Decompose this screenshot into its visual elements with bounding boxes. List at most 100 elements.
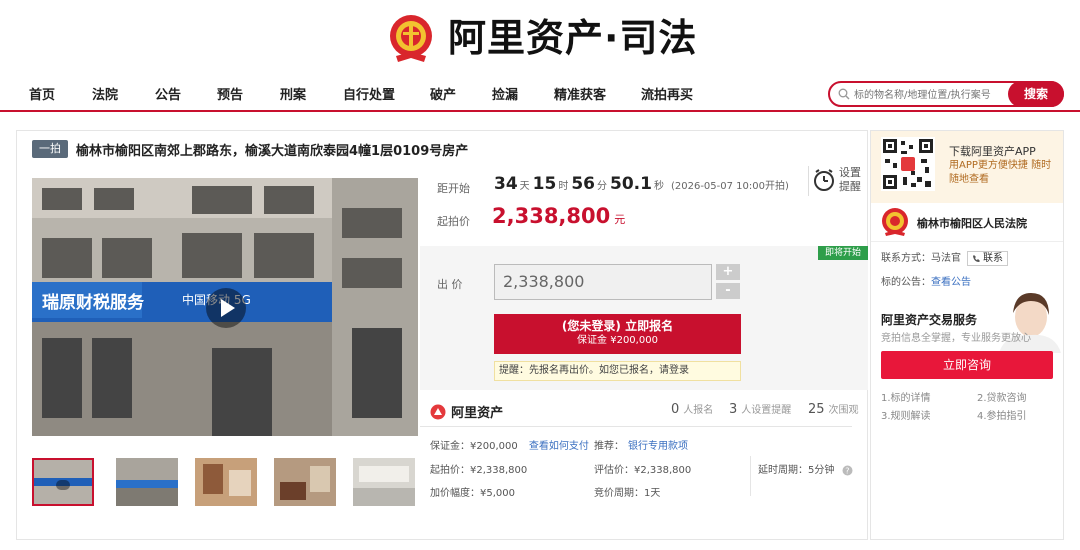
nav-item-self-disposal[interactable]: 自行处置 bbox=[343, 84, 395, 103]
signup-deposit-label: 保证金 ¥200,000 bbox=[577, 335, 658, 346]
site-logo-text[interactable]: 阿里资产·司法 bbox=[448, 14, 697, 62]
view-count-label: 次围观 bbox=[828, 405, 859, 416]
nav-item-notice[interactable]: 公告 bbox=[155, 84, 181, 103]
countdown-label: 距开始 bbox=[437, 182, 470, 195]
bid-period: 竞价周期：1天 bbox=[594, 488, 661, 499]
notice-label: 标的公告： bbox=[881, 277, 931, 288]
help-icon[interactable]: ? bbox=[842, 465, 853, 476]
view-count-value: 25 bbox=[808, 402, 825, 417]
bid-amount-input[interactable]: 2,338,800 bbox=[494, 264, 712, 300]
auction-round-badge: 一拍 bbox=[32, 140, 68, 158]
service-link-rules[interactable]: 3.规则解读 bbox=[881, 407, 931, 422]
search-icon bbox=[838, 88, 850, 100]
app-download-title: 下载阿里资产APP bbox=[949, 145, 1036, 158]
signup-button[interactable]: (您未登录) 立即报名 保证金 ¥200,000 bbox=[494, 314, 741, 354]
nav-item-criminal[interactable]: 刑案 bbox=[280, 84, 306, 103]
start-price-unit: 元 bbox=[614, 213, 626, 226]
court-emblem-icon bbox=[882, 208, 908, 236]
countdown-hours: 15 bbox=[532, 174, 557, 194]
contact-button-label: 联系 bbox=[983, 253, 1003, 264]
ali-assets-brand: 阿里资产 bbox=[430, 401, 503, 421]
extension-period-text: 延时周期：5分钟 bbox=[758, 465, 835, 476]
thumbnail-5[interactable] bbox=[353, 458, 415, 506]
lot-photo[interactable]: 瑞原财税服务 中国移动 5G bbox=[32, 178, 418, 436]
start-price: 2,338,800 元 bbox=[492, 204, 625, 228]
play-video-button[interactable] bbox=[206, 288, 246, 328]
bid-decrease-button[interactable]: - bbox=[716, 283, 740, 299]
thumbnail-building-image bbox=[116, 458, 178, 506]
auction-start-time: (2026-05-07 10:00开拍) bbox=[670, 181, 789, 192]
countdown-days: 34 bbox=[494, 174, 518, 194]
header: 阿里资产·司法 bbox=[0, 0, 1080, 72]
start-price-label: 起拍价 bbox=[437, 215, 470, 228]
signup-count-value: 0 bbox=[671, 402, 680, 417]
thumbnail-interior-image bbox=[274, 458, 336, 506]
nav-item-home[interactable]: 首页 bbox=[29, 84, 55, 103]
court-name[interactable]: 榆林市榆阳区人民法院 bbox=[917, 215, 1027, 231]
thumbnail-2[interactable] bbox=[116, 458, 178, 506]
nav-item-court[interactable]: 法院 bbox=[92, 84, 118, 103]
how-to-pay-link[interactable]: 查看如何支付 bbox=[529, 441, 589, 452]
bid-increase-button[interactable]: + bbox=[716, 264, 740, 280]
nav-item-preview[interactable]: 预告 bbox=[217, 84, 243, 103]
search-box: 搜索 bbox=[828, 81, 1064, 107]
thumbnail-building-image bbox=[34, 460, 92, 504]
countdown-timer: 34 天 15 时 56 分 50.1 秒 (2026-05-07 10:00开拍) bbox=[494, 174, 789, 194]
contact-button[interactable]: 联系 bbox=[967, 251, 1008, 266]
service-link-guide[interactable]: 4.参拍指引 bbox=[977, 407, 1027, 422]
extension-period: 延时周期：5分钟 ? bbox=[758, 461, 853, 476]
court-divider bbox=[871, 241, 1063, 242]
start-price-detail: 起拍价：¥2,338,800 bbox=[430, 465, 528, 476]
thumbnail-1[interactable] bbox=[32, 458, 94, 506]
bid-increment: 加价幅度：¥5,000 bbox=[430, 488, 515, 499]
ali-assets-brand-text: 阿里资产 bbox=[451, 406, 504, 421]
signup-tip: 提醒：先报名再出价。如您已报名，请登录 bbox=[494, 361, 741, 381]
thumbnail-3[interactable] bbox=[195, 458, 257, 506]
appraisal-price: 评估价：¥2,338,800 bbox=[594, 465, 692, 476]
qr-code-icon bbox=[881, 137, 935, 191]
reminder-label: 设置提醒 bbox=[839, 166, 861, 193]
alarm-clock-icon bbox=[814, 169, 834, 191]
sidebar: 下载阿里资产APP 用APP更方便快捷 随时随地查看 榆林市榆阳区人民法院 联系… bbox=[870, 130, 1064, 540]
notice-info: 标的公告：查看公告 bbox=[881, 273, 971, 288]
lot-title: 榆林市榆阳区南郊上郡路东，榆溪大道南欣泰园4幢1层0109号房产 bbox=[76, 144, 469, 159]
app-download-subtitle: 用APP更方便快捷 随时随地查看 bbox=[949, 160, 1052, 185]
days-unit: 天 bbox=[519, 181, 530, 192]
svg-text:瑞原财税服务: 瑞原财税服务 bbox=[42, 292, 145, 313]
search-input[interactable] bbox=[854, 86, 1004, 104]
nav-item-precise-leads[interactable]: 精准获客 bbox=[554, 84, 606, 103]
phone-icon bbox=[973, 254, 980, 262]
consult-button[interactable]: 立即咨询 bbox=[881, 351, 1053, 379]
thumbnail-interior-image bbox=[353, 458, 415, 506]
search-button[interactable]: 搜索 bbox=[1008, 81, 1064, 107]
ali-assets-logo-icon bbox=[430, 404, 446, 419]
bid-label: 出 价 bbox=[437, 278, 463, 291]
coming-soon-badge: 即将开始 bbox=[818, 246, 868, 260]
detail-divider bbox=[750, 456, 751, 496]
service-link-lot-detail[interactable]: 1.标的详情 bbox=[881, 389, 931, 404]
deposit-text: 保证金：¥200,000 bbox=[430, 441, 518, 452]
contact-label: 联系方式：马法官 bbox=[881, 253, 961, 264]
set-reminder-button[interactable]: 设置提醒 bbox=[808, 166, 868, 196]
countdown-seconds: 50.1 bbox=[610, 174, 652, 194]
svg-text:?: ? bbox=[845, 466, 849, 475]
seconds-unit: 秒 bbox=[653, 181, 664, 192]
nav-item-bankruptcy[interactable]: 破产 bbox=[430, 84, 456, 103]
service-link-loan[interactable]: 2.贷款咨询 bbox=[977, 389, 1027, 404]
reminder-count-label: 人设置提醒 bbox=[741, 405, 792, 416]
deposit-info: 保证金：¥200,000 查看如何支付 bbox=[430, 437, 589, 452]
service-subtitle: 竞拍信息全掌握，专业服务更放心 bbox=[881, 333, 1031, 344]
signup-count-label: 人报名 bbox=[683, 405, 714, 416]
countdown-minutes: 56 bbox=[571, 174, 596, 194]
hours-unit: 时 bbox=[558, 181, 569, 192]
nav-item-bargain[interactable]: 捡漏 bbox=[492, 84, 518, 103]
main-nav: 首页 法院 公告 预告 刑案 自行处置 破产 捡漏 精准获客 流拍再买 搜索 bbox=[0, 72, 1080, 112]
nav-item-relist[interactable]: 流拍再买 bbox=[641, 84, 693, 103]
thumbnail-4[interactable] bbox=[274, 458, 336, 506]
reminder-count-value: 3 bbox=[729, 402, 738, 417]
thumbnail-interior-image bbox=[195, 458, 257, 506]
app-download-box[interactable]: 下载阿里资产APP 用APP更方便快捷 随时随地查看 bbox=[871, 131, 1063, 203]
signup-count: 0 人报名 bbox=[671, 401, 713, 417]
view-notice-link[interactable]: 查看公告 bbox=[931, 277, 971, 288]
bank-payment-link[interactable]: 银行专用款项 bbox=[628, 441, 688, 452]
